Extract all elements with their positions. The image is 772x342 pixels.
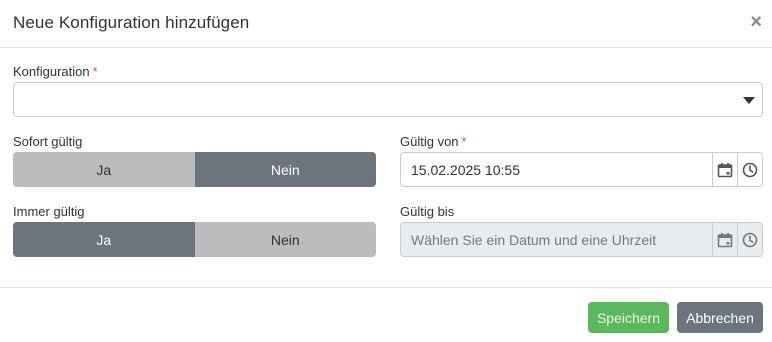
konfiguration-label-text: Konfiguration	[13, 64, 90, 79]
gueltig-von-calendar-button[interactable]	[712, 153, 737, 186]
sofort-gueltig-label: Sofort gültig	[13, 134, 83, 149]
dialog-title: Neue Konfiguration hinzufügen	[13, 13, 250, 32]
gueltig-bis-field: Wählen Sie ein Datum und eine Uhrzeit	[400, 222, 763, 257]
konfiguration-label: Konfiguration *	[13, 64, 98, 79]
immer-gueltig-toggle: Ja Nein	[13, 222, 376, 257]
immer-gueltig-label: Immer gültig	[13, 204, 85, 219]
calendar-icon	[717, 162, 733, 177]
gueltig-bis-input[interactable]: Wählen Sie ein Datum und eine Uhrzeit	[401, 223, 712, 256]
clock-icon	[742, 232, 758, 247]
gueltig-bis-clock-button[interactable]	[737, 223, 762, 256]
dialog-header: Neue Konfiguration hinzufügen ×	[0, 0, 772, 48]
close-icon[interactable]: ×	[750, 12, 762, 32]
clock-icon	[742, 162, 758, 177]
immer-gueltig-ja-option[interactable]: Ja	[13, 222, 195, 257]
sofort-gueltig-ja-option[interactable]: Ja	[13, 152, 195, 187]
footer-divider	[0, 287, 772, 288]
chevron-down-icon	[743, 97, 755, 104]
konfiguration-select[interactable]	[13, 82, 763, 117]
gueltig-von-input[interactable]: 15.02.2025 10:55	[401, 153, 712, 186]
gueltig-bis-calendar-button[interactable]	[712, 223, 737, 256]
gueltig-von-label-text: Gültig von	[400, 134, 459, 149]
sofort-gueltig-toggle: Ja Nein	[13, 152, 376, 187]
gueltig-von-field: 15.02.2025 10:55	[400, 152, 763, 187]
required-mark: *	[461, 134, 467, 149]
save-button[interactable]: Speichern	[588, 302, 669, 333]
sofort-gueltig-nein-option[interactable]: Nein	[194, 152, 376, 187]
gueltig-von-clock-button[interactable]	[737, 153, 762, 186]
gueltig-bis-label: Gültig bis	[400, 204, 455, 219]
gueltig-von-label: Gültig von *	[400, 134, 467, 149]
immer-gueltig-nein-option[interactable]: Nein	[194, 222, 376, 257]
cancel-button[interactable]: Abbrechen	[677, 302, 763, 333]
required-mark: *	[92, 64, 98, 79]
calendar-icon	[717, 232, 733, 247]
